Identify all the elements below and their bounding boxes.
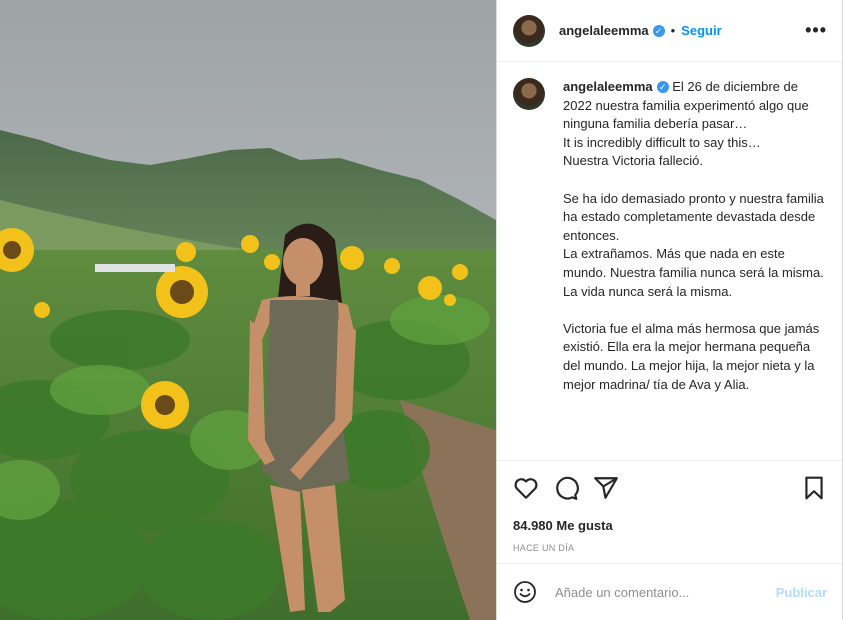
- post-header: angelaleemma ✓ • Seguir •••: [497, 0, 843, 62]
- share-icon[interactable]: [593, 475, 619, 501]
- sunflower-field-image: [0, 0, 496, 620]
- caption-username[interactable]: angelaleemma: [563, 79, 653, 94]
- caption-body: El 26 de diciembre de 2022 nuestra famil…: [563, 79, 824, 392]
- comment-input[interactable]: [553, 583, 776, 601]
- caption-avatar[interactable]: [513, 78, 545, 110]
- post-photo[interactable]: [0, 0, 496, 620]
- post-sidebar: angelaleemma ✓ • Seguir ••• angelaleemma…: [496, 0, 843, 620]
- comment-bar: Publicar: [497, 563, 843, 620]
- heart-icon[interactable]: [513, 475, 539, 501]
- verified-badge-icon: ✓: [656, 81, 669, 93]
- follow-button[interactable]: Seguir: [681, 23, 721, 38]
- verified-badge-icon: ✓: [652, 24, 665, 37]
- bookmark-icon[interactable]: [801, 475, 827, 501]
- comment-icon[interactable]: [553, 475, 579, 501]
- username[interactable]: angelaleemma: [559, 23, 649, 38]
- more-options-icon[interactable]: •••: [805, 20, 827, 41]
- separator-dot: •: [670, 23, 676, 38]
- caption-text: angelaleemma ✓ El 26 de diciembre de 2022…: [563, 78, 827, 460]
- action-bar: [497, 460, 843, 515]
- publish-button[interactable]: Publicar: [776, 585, 827, 600]
- caption: angelaleemma ✓ El 26 de diciembre de 2022…: [497, 62, 843, 460]
- instagram-post: angelaleemma ✓ • Seguir ••• angelaleemma…: [0, 0, 843, 620]
- post-timestamp[interactable]: HACE UN DÍA: [497, 537, 843, 563]
- emoji-icon[interactable]: [513, 580, 537, 604]
- like-count[interactable]: 84.980 Me gusta: [497, 515, 843, 537]
- avatar[interactable]: [513, 14, 545, 47]
